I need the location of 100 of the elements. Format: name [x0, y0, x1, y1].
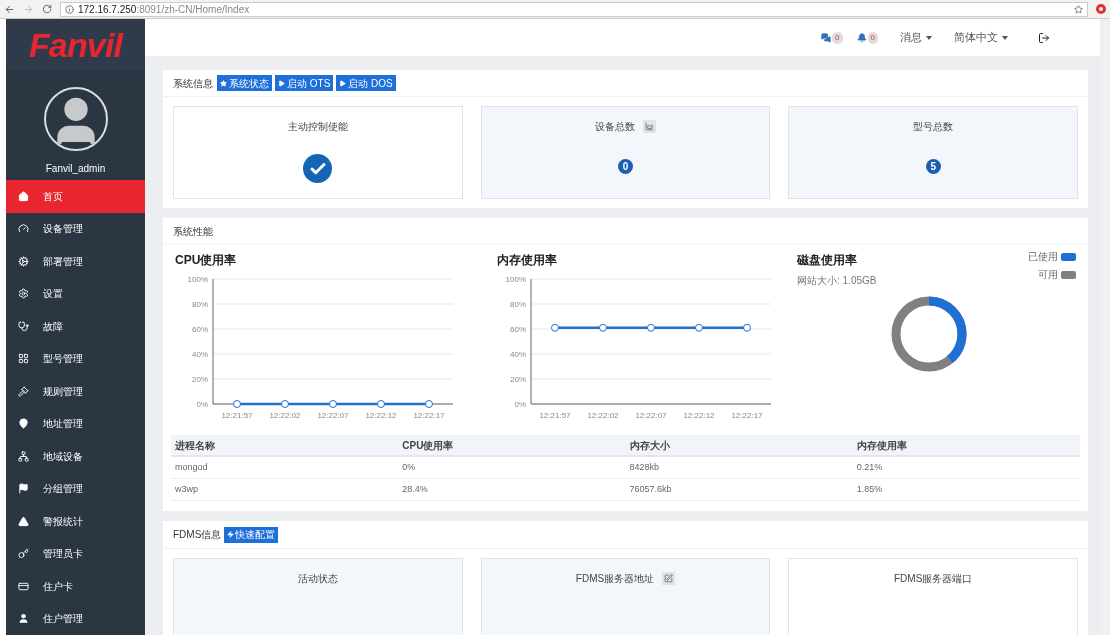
flag-icon: [18, 483, 29, 495]
play-icon: [278, 79, 285, 87]
sidebar-item[interactable]: 型号管理: [6, 342, 145, 375]
sidebar-item[interactable]: 分组管理: [6, 472, 145, 505]
cogs-icon: [18, 255, 29, 267]
bookmark-star-icon[interactable]: [1074, 4, 1083, 14]
warning-icon: [18, 515, 29, 527]
axis-tick-label: 12:22:02: [269, 411, 301, 420]
table-cell-text: 8428kb: [628, 460, 661, 474]
extension-icon[interactable]: [1096, 4, 1106, 14]
legend-label: 已使用: [1028, 250, 1058, 264]
site-size-text: 网站大小: 1.05GB: [797, 274, 877, 288]
sidebar-item[interactable]: 规则管理: [6, 375, 145, 408]
sidebar-item[interactable]: 故障: [6, 310, 145, 343]
sidebar-item[interactable]: 设置: [6, 277, 145, 310]
user-icon: [18, 613, 29, 625]
axis-tick-label: 12:22:07: [317, 411, 349, 420]
sidebar-item[interactable]: 首页: [6, 180, 145, 213]
sidebar-item[interactable]: 设备管理: [6, 212, 145, 245]
card-title: 型号总数: [913, 120, 954, 134]
chart-button[interactable]: [643, 120, 656, 133]
count-badge: 0: [832, 31, 843, 44]
axis-tick-label: 0%: [514, 400, 526, 409]
action-button[interactable]: 启动 DOS: [336, 75, 396, 91]
axis-tick-label: 40%: [192, 350, 208, 359]
axis-tick-label: 20%: [192, 375, 208, 384]
table-cell-text: w3wp: [174, 482, 199, 496]
data-point: [233, 400, 241, 408]
sidebar-item[interactable]: 住户卡: [6, 570, 145, 603]
data-point: [281, 400, 289, 408]
data-point: [551, 323, 559, 332]
play-icon: [339, 79, 347, 87]
card-title: 主动控制使能: [287, 120, 348, 134]
axis-tick-label: 12:22:17: [413, 411, 445, 420]
info-icon: [65, 4, 74, 14]
axis-tick-label: 80%: [510, 300, 526, 309]
data-point: [425, 400, 433, 408]
axis-tick-label: 12:22:02: [587, 411, 619, 420]
axis-tick-label: 12:21:57: [539, 411, 571, 420]
panel-title: 系统信息: [173, 76, 213, 91]
home-icon: [18, 190, 29, 202]
table-cell-text: 1.85%: [855, 482, 884, 496]
sitemap-icon: [18, 450, 29, 462]
data-point: [743, 323, 751, 332]
count-badge: 0: [867, 31, 878, 44]
logo: Fanvil: [28, 27, 123, 62]
data-point: [377, 400, 385, 408]
sidebar-item[interactable]: 地域设备: [6, 440, 145, 473]
edit-button[interactable]: [662, 572, 676, 585]
username: Fanvil_admin: [45, 162, 106, 176]
axis-tick-label: 12:22:12: [683, 411, 715, 420]
axis-tick-label: 20%: [510, 375, 526, 384]
card-title: 活动状态: [297, 572, 338, 586]
star-icon: [220, 79, 227, 87]
action-button[interactable]: 系统状态: [217, 75, 272, 91]
axis-tick-label: 0%: [196, 400, 208, 409]
axis-tick-label: 80%: [192, 300, 208, 309]
card-title: FDMS服务器地址: [575, 572, 655, 586]
sidebar-item[interactable]: 地址管理: [6, 407, 145, 440]
logout-icon[interactable]: [1038, 31, 1050, 44]
axis-tick-label: 40%: [510, 350, 526, 359]
language-dropdown[interactable]: 简体中文: [954, 29, 1008, 46]
sidebar-item[interactable]: 住户管理: [6, 602, 145, 635]
key-icon: [18, 548, 29, 560]
quick-config-button[interactable]: 快速配置: [224, 526, 279, 543]
axis-tick-label: 12:22:07: [635, 411, 667, 420]
scrollbar[interactable]: [1100, 19, 1110, 635]
table-cell-text: 0%: [401, 460, 417, 474]
sidebar-item[interactable]: 警报统计: [6, 505, 145, 538]
caret-icon: [926, 35, 932, 40]
address-bar[interactable]: 172.16.7.250:8091/zh-CN/Home/Index: [60, 1, 1088, 17]
column-header: 内存使用率: [855, 438, 908, 453]
url-text: 172.16.7.250:8091/zh-CN/Home/Index: [78, 2, 250, 17]
axis-tick-label: 12:21:57: [221, 411, 253, 420]
back-icon[interactable]: [4, 3, 15, 15]
caret-icon: [1002, 35, 1008, 40]
bell-icon[interactable]: [856, 32, 867, 43]
count-badge: 5: [925, 159, 941, 174]
data-point: [599, 323, 607, 332]
axis-tick-label: 100%: [505, 275, 526, 284]
data-point: [647, 323, 655, 332]
sidebar-item[interactable]: 管理员卡: [6, 537, 145, 570]
grid-icon: [18, 353, 29, 365]
chart-icon: [645, 122, 654, 131]
count-badge: 0: [618, 159, 633, 174]
chat-icon[interactable]: [821, 32, 832, 43]
card-title: 设备总数: [595, 120, 635, 134]
table-cell-text: mongod: [174, 460, 209, 474]
messages-dropdown[interactable]: 消息: [900, 29, 932, 46]
table-cell-text: 76057.6kb: [628, 482, 673, 496]
table-cell-text: 28.4%: [401, 482, 429, 496]
sidebar-item[interactable]: 部署管理: [6, 245, 145, 278]
column-header: CPU使用率: [401, 438, 455, 453]
reload-icon[interactable]: [42, 4, 52, 14]
action-button[interactable]: 启动 OTS: [275, 75, 334, 91]
data-point: [695, 323, 703, 332]
stethoscope-icon: [18, 320, 29, 332]
edit-icon: [664, 574, 674, 583]
lightning-icon: [227, 531, 235, 538]
card-icon: [18, 580, 29, 592]
